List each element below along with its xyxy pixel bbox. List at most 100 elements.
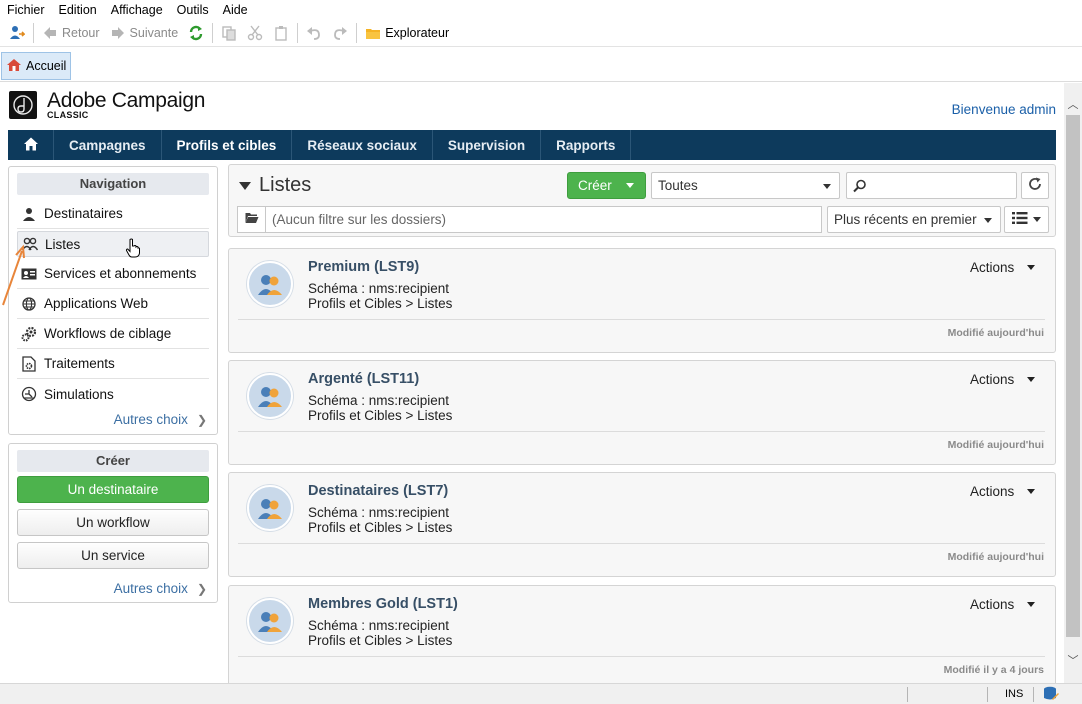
navigation-more-link[interactable]: Autres choix ❯ — [114, 412, 207, 427]
scrollbar-thumb[interactable] — [1066, 115, 1080, 637]
nav-tab-profils-et-cibles[interactable]: Profils et cibles — [162, 130, 293, 160]
filter-select[interactable]: Toutes — [651, 172, 840, 199]
list-item-title[interactable]: Membres Gold (LST1) — [308, 596, 458, 612]
gears-icon — [21, 326, 37, 342]
vertical-scrollbar[interactable]: ︿ ﹀ — [1064, 83, 1082, 683]
sidebar-item-simulations[interactable]: Simulations — [17, 379, 209, 409]
list-item-path: Profils et Cibles > Listes — [308, 296, 453, 311]
list-item[interactable]: Destinataires (LST7) Schéma : nms:recipi… — [228, 472, 1056, 577]
collapse-caret-icon — [239, 181, 251, 190]
list-avatar-icon — [247, 598, 293, 644]
dropdown-caret-icon — [1027, 377, 1036, 382]
actions-menu[interactable]: Actions — [970, 597, 1036, 612]
nav-home-button[interactable] — [8, 130, 54, 160]
user-connect-icon — [9, 25, 25, 41]
redo-button[interactable] — [327, 21, 353, 45]
list-item-title[interactable]: Argenté (LST11) — [308, 371, 419, 387]
menu-edition[interactable]: Edition — [52, 3, 104, 17]
paste-button[interactable] — [268, 21, 294, 45]
create-workflow-button[interactable]: Un workflow — [17, 509, 209, 536]
scroll-up-icon[interactable]: ︿ — [1064, 95, 1082, 113]
sidebar-item-applications-web[interactable]: Applications Web — [17, 289, 209, 319]
list-avatar-icon — [247, 261, 293, 307]
explorer-button[interactable]: Explorateur — [360, 21, 454, 45]
nav-tab-supervision[interactable]: Supervision — [433, 130, 542, 160]
hand-cursor-icon — [125, 238, 141, 261]
undo-button[interactable] — [301, 21, 327, 45]
status-separator — [907, 687, 908, 702]
folder-filter-input[interactable]: (Aucun filtre sur les dossiers) — [265, 206, 822, 233]
list-title[interactable]: Listes — [239, 174, 311, 197]
search-icon — [853, 179, 867, 196]
actions-label: Actions — [970, 260, 1015, 275]
create-more-link[interactable]: Autres choix ❯ — [114, 581, 207, 596]
copy-button[interactable] — [216, 21, 242, 45]
menu-aide[interactable]: Aide — [216, 3, 255, 17]
sidebar-item-label: Workflows de ciblage — [44, 326, 172, 341]
list-item-modified: Modifié aujourd'hui — [947, 439, 1044, 451]
actions-menu[interactable]: Actions — [970, 260, 1036, 275]
list-item[interactable]: Premium (LST9) Schéma : nms:recipient Pr… — [228, 248, 1056, 353]
tab-accueil-label: Accueil — [26, 59, 67, 73]
list-item-title[interactable]: Premium (LST9) — [308, 259, 419, 275]
redo-icon — [332, 25, 348, 41]
back-label: Retour — [62, 25, 100, 40]
sidebar-item-label: Listes — [45, 236, 81, 252]
connect-button[interactable] — [4, 21, 30, 45]
list-item[interactable]: Argenté (LST11) Schéma : nms:recipient P… — [228, 360, 1056, 465]
forward-label: Suivante — [129, 25, 179, 40]
sidebar-item-traitements[interactable]: Traitements — [17, 349, 209, 379]
adobe-campaign-logo — [9, 91, 37, 119]
nav-tab-campagnes[interactable]: Campagnes — [54, 130, 162, 160]
sidebar-item-destinataires[interactable]: Destinataires — [17, 199, 209, 229]
toolbar-separator — [356, 22, 358, 43]
sidebar-item-services-et-abonnements[interactable]: Services et abonnements — [17, 259, 209, 289]
refresh-toolbar-button[interactable] — [183, 21, 209, 45]
sort-select[interactable]: Plus récents en premier — [827, 206, 1001, 233]
list-item-modified: Modifié aujourd'hui — [947, 551, 1044, 563]
brand-subtitle: CLASSIC — [47, 110, 89, 120]
create-service-button[interactable]: Un service — [17, 542, 209, 569]
navigation-panel: Navigation Destinataires Listes Services… — [8, 166, 218, 435]
actions-menu[interactable]: Actions — [970, 484, 1036, 499]
list-item-path: Profils et Cibles > Listes — [308, 408, 453, 423]
toolbar: Retour Suivante Explorateur — [0, 19, 1082, 47]
sidebar-item-listes[interactable]: Listes — [17, 231, 209, 257]
create-list-button[interactable]: Créer — [567, 172, 646, 199]
list-item[interactable]: Membres Gold (LST1) Schéma : nms:recipie… — [228, 585, 1056, 683]
back-button[interactable]: Retour — [37, 21, 105, 45]
nav-tab-reseaux-sociaux[interactable]: Réseaux sociaux — [292, 130, 433, 160]
nav-tab-rapports[interactable]: Rapports — [541, 130, 632, 160]
home-icon — [23, 136, 39, 155]
tab-accueil[interactable]: Accueil — [1, 52, 71, 80]
welcome-link[interactable]: Bienvenue admin — [850, 102, 1056, 117]
list-item-title[interactable]: Destinataires (LST7) — [308, 483, 448, 499]
list-avatar-icon — [247, 373, 293, 419]
view-mode-button[interactable] — [1004, 206, 1049, 233]
undo-icon — [306, 25, 322, 41]
sidebar-item-workflows-de-ciblage[interactable]: Workflows de ciblage — [17, 319, 209, 349]
actions-label: Actions — [970, 484, 1015, 499]
status-separator — [1033, 687, 1034, 702]
toolbar-separator — [297, 22, 299, 43]
status-bar: INS — [0, 683, 1082, 704]
list-item-schema: Schéma : nms:recipient — [308, 393, 450, 408]
forward-button[interactable]: Suivante — [105, 21, 184, 45]
list-view-icon — [1012, 212, 1028, 227]
create-recipient-button[interactable]: Un destinataire — [17, 476, 209, 503]
divider — [238, 656, 1045, 657]
folder-filter-button[interactable] — [237, 206, 265, 233]
actions-label: Actions — [970, 597, 1015, 612]
list-item-path: Profils et Cibles > Listes — [308, 633, 453, 648]
menu-fichier[interactable]: Fichier — [0, 3, 52, 17]
search-input[interactable] — [846, 172, 1017, 199]
menu-affichage[interactable]: Affichage — [104, 3, 170, 17]
status-ins: INS — [1005, 688, 1024, 700]
more-label: Autres choix — [113, 581, 188, 596]
cut-button[interactable] — [242, 21, 268, 45]
actions-menu[interactable]: Actions — [970, 372, 1036, 387]
refresh-button[interactable] — [1021, 172, 1049, 199]
menu-outils[interactable]: Outils — [170, 3, 216, 17]
dropdown-caret-icon — [823, 184, 831, 189]
scroll-down-icon[interactable]: ﹀ — [1064, 651, 1082, 669]
